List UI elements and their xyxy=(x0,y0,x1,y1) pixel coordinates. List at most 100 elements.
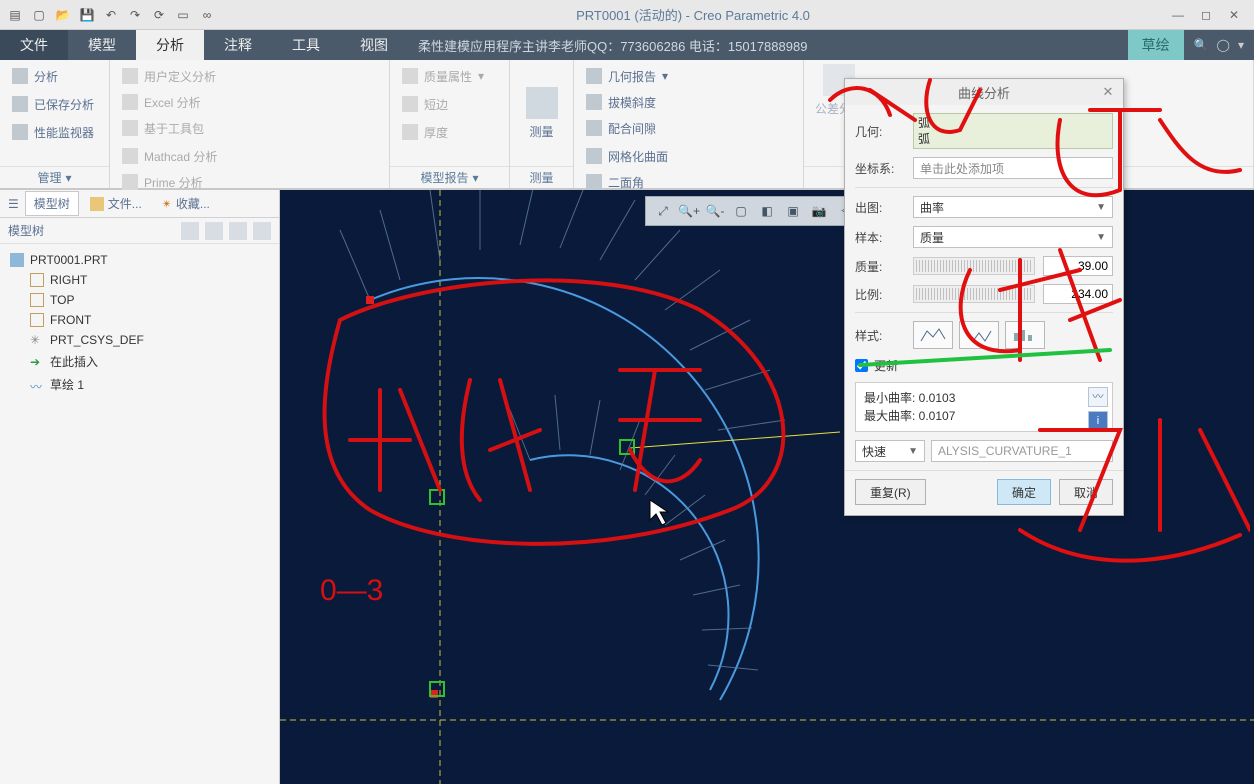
dialog-title: 曲线分析 ✕ xyxy=(845,79,1123,105)
zoom-in-icon[interactable]: 🔍+ xyxy=(678,200,700,222)
window-title: PRT0001 (活动的) - Creo Parametric 4.0 xyxy=(218,5,1168,24)
analysis-name-input[interactable]: ALYSIS_CURVATURE_1 xyxy=(931,440,1113,462)
tree-tabs: ☰ 模型树 文件... ✴收藏... xyxy=(0,190,279,218)
tree-btn-1[interactable] xyxy=(181,222,199,240)
tab-model[interactable]: 模型 xyxy=(68,30,136,60)
ok-button[interactable]: 确定 xyxy=(997,479,1051,505)
options-icon[interactable]: ▾ xyxy=(1238,38,1244,52)
camera-icon[interactable]: 📷 xyxy=(808,200,830,222)
close-icon[interactable]: ✕ xyxy=(1224,5,1244,25)
svg-text:0—3: 0—3 xyxy=(320,574,383,607)
cmd-analysis[interactable]: 分析 xyxy=(8,64,101,88)
tree-item-right[interactable]: RIGHT xyxy=(4,270,275,290)
update-checkbox-row[interactable]: 更新 xyxy=(855,357,1113,374)
csys-input[interactable]: 单击此处添加项 xyxy=(913,157,1113,179)
cmd-saved-analysis[interactable]: 已保存分析 xyxy=(8,92,101,116)
tab-tools[interactable]: 工具 xyxy=(272,30,340,60)
cmd-geom-report[interactable]: 几何报告 ▾ xyxy=(582,64,795,88)
minimize-icon[interactable]: — xyxy=(1168,5,1188,25)
tab-annotate[interactable]: 注释 xyxy=(204,30,272,60)
app-menu-icon[interactable]: ▤ xyxy=(4,4,26,26)
tree-btn-4[interactable] xyxy=(253,222,271,240)
open-icon[interactable]: 📂 xyxy=(52,4,74,26)
part-icon xyxy=(10,253,24,267)
quality-slider[interactable] xyxy=(913,257,1035,275)
zoom-out-icon[interactable]: 🔍- xyxy=(704,200,726,222)
cmd-mathcad[interactable]: Mathcad 分析 xyxy=(118,144,381,168)
geom-listbox[interactable]: 弧 弧 xyxy=(913,113,1113,149)
tab-analysis[interactable]: 分析 xyxy=(136,30,204,60)
info-icon[interactable]: i xyxy=(1088,411,1108,431)
tree-item-csys[interactable]: ✳PRT_CSYS_DEF xyxy=(4,330,275,350)
datum-icon xyxy=(30,313,44,327)
display-style-icon[interactable]: ◧ xyxy=(756,200,778,222)
saved-view-icon[interactable]: ▣ xyxy=(782,200,804,222)
repeat-button[interactable]: 重复(R) xyxy=(855,479,926,505)
cmd-mesh[interactable]: 网格化曲面 xyxy=(582,144,795,168)
cmd-draft[interactable]: 拔模斜度 xyxy=(582,90,795,114)
tree-root[interactable]: PRT0001.PRT xyxy=(4,250,275,270)
tab-sketch[interactable]: 草绘 xyxy=(1128,30,1184,60)
maximize-icon[interactable]: ◻ xyxy=(1196,5,1216,25)
tree-item-sketch[interactable]: 〰草绘 1 xyxy=(4,373,275,396)
model-tree-panel: ☰ 模型树 文件... ✴收藏... 模型树 PRT0001.PRT RIGHT… xyxy=(0,190,280,784)
main-tabs: 文件 模型 分析 注释 工具 视图 柔性建模应用程序主讲李老师QQ：773606… xyxy=(0,30,1254,60)
tab-file[interactable]: 文件 xyxy=(0,30,68,60)
cmd-user-defined[interactable]: 用户定义分析 xyxy=(118,64,381,88)
cmd-measure[interactable]: 测量 xyxy=(515,87,569,140)
repaint-icon[interactable]: ▢ xyxy=(730,200,752,222)
sample-select[interactable]: 质量▼ xyxy=(913,226,1113,248)
cmd-perf-monitor[interactable]: 性能监视器 xyxy=(8,120,101,144)
tree-toolbar-label: 模型树 xyxy=(8,222,44,239)
tab-right-icons: 🔍 ◯ ▾ xyxy=(1184,30,1254,60)
cmd-mass[interactable]: 质量属性 ▾ xyxy=(398,64,501,88)
cmd-short-edge[interactable]: 短边 xyxy=(398,92,501,116)
info-text: 柔性建模应用程序主讲李老师QQ：773606286 电话：15017888989 xyxy=(408,30,1128,60)
zoom-fit-icon[interactable]: ⤢ xyxy=(652,200,674,222)
csys-label: 坐标系: xyxy=(855,160,905,177)
close-window-icon[interactable]: ∞ xyxy=(196,4,218,26)
tree-tab-files[interactable]: 文件... xyxy=(81,191,151,216)
search-icon[interactable]: 🔍 xyxy=(1194,38,1209,52)
dialog-close-icon[interactable]: ✕ xyxy=(1099,83,1117,101)
graph-icon[interactable]: 〰 xyxy=(1088,387,1108,407)
tree-btn-3[interactable] xyxy=(229,222,247,240)
result-min: 最小曲率: 0.0103 xyxy=(864,389,1104,407)
ribbon-group-measure: 测量 测量 xyxy=(510,60,574,188)
tree-btn-2[interactable] xyxy=(205,222,223,240)
scale-slider[interactable] xyxy=(913,285,1035,303)
regen-icon[interactable]: ⟳ xyxy=(148,4,170,26)
plot-select[interactable]: 曲率▼ xyxy=(913,196,1113,218)
tree-tab-fav[interactable]: ✴收藏... xyxy=(153,191,219,216)
chevron-down-icon: ▼ xyxy=(1096,202,1106,213)
cmd-toolkit[interactable]: 基于工具包 xyxy=(118,116,381,140)
tree-item-insert[interactable]: ➔在此插入 xyxy=(4,350,275,373)
redo-icon[interactable]: ↷ xyxy=(124,4,146,26)
save-icon[interactable]: 💾 xyxy=(76,4,98,26)
tree-item-front[interactable]: FRONT xyxy=(4,310,275,330)
window-controls: — ◻ ✕ xyxy=(1168,5,1250,25)
geom-item-1: 弧 xyxy=(918,116,1108,132)
style-btn-1[interactable] xyxy=(913,321,953,349)
tab-view[interactable]: 视图 xyxy=(340,30,408,60)
help-icon[interactable]: ◯ xyxy=(1217,38,1230,52)
new-icon[interactable]: ▢ xyxy=(28,4,50,26)
quality-label: 质量: xyxy=(855,258,905,275)
tree-item-top[interactable]: TOP xyxy=(4,290,275,310)
style-btn-3[interactable] xyxy=(1005,321,1045,349)
windows-icon[interactable]: ▭ xyxy=(172,4,194,26)
scale-value[interactable]: 234.00 xyxy=(1043,284,1113,304)
curve-analysis-dialog: 曲线分析 ✕ 几何: 弧 弧 坐标系: 单击此处添加项 出图: 曲率▼ 样本: … xyxy=(844,78,1124,516)
cmd-thickness[interactable]: 厚度 xyxy=(398,120,501,144)
insert-icon: ➔ xyxy=(30,355,44,369)
cancel-button[interactable]: 取消 xyxy=(1059,479,1113,505)
update-checkbox[interactable] xyxy=(855,359,868,372)
undo-icon[interactable]: ↶ xyxy=(100,4,122,26)
style-btn-2[interactable] xyxy=(959,321,999,349)
sketch-icon: 〰 xyxy=(30,378,44,392)
cmd-excel[interactable]: Excel 分析 xyxy=(118,90,381,114)
tree-tab-model[interactable]: 模型树 xyxy=(25,191,79,216)
cmd-clearance[interactable]: 配合间隙 xyxy=(582,116,795,140)
quality-value[interactable]: 39.00 xyxy=(1043,256,1113,276)
mode-select[interactable]: 快速▼ xyxy=(855,440,925,462)
